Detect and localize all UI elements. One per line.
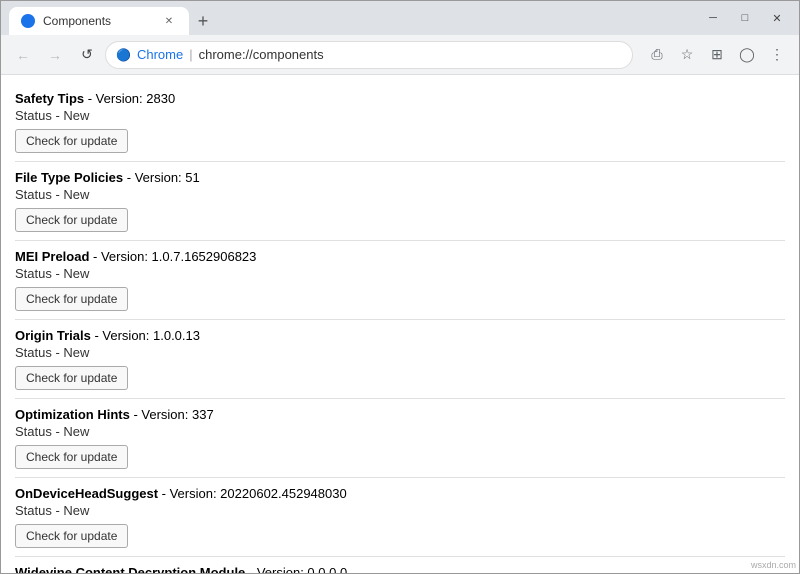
navbar: ← → ↺ 🔵 Chrome | chrome://components ⎙ ☆… <box>1 35 799 75</box>
component-version: - Version: 20220602.452948030 <box>158 486 347 501</box>
check-update-button[interactable]: Check for update <box>15 524 128 548</box>
maximize-button[interactable]: □ <box>731 4 759 32</box>
new-tab-button[interactable]: + <box>189 7 217 35</box>
extensions-icon[interactable]: ⊞ <box>703 41 731 69</box>
component-name: Safety Tips <box>15 91 84 106</box>
menu-icon[interactable]: ⋮ <box>763 41 791 69</box>
component-item: Optimization Hints - Version: 337 Status … <box>15 399 785 478</box>
check-update-button[interactable]: Check for update <box>15 287 128 311</box>
check-update-button[interactable]: Check for update <box>15 208 128 232</box>
component-name-line: MEI Preload - Version: 1.0.7.1652906823 <box>15 249 785 264</box>
component-item: Widevine Content Decryption Module - Ver… <box>15 557 785 573</box>
component-status: Status - New <box>15 108 785 123</box>
component-name-line: Widevine Content Decryption Module - Ver… <box>15 565 785 573</box>
site-info-icon: 🔵 <box>116 48 131 62</box>
component-name-line: Safety Tips - Version: 2830 <box>15 91 785 106</box>
browser-window: Components ✕ + ─ □ ✕ ← → ↺ 🔵 Chrome | ch… <box>0 0 800 574</box>
component-name: File Type Policies <box>15 170 123 185</box>
tab-label: Components <box>43 14 111 28</box>
component-version: - Version: 0.0.0.0 <box>245 565 347 573</box>
component-status: Status - New <box>15 424 785 439</box>
component-name: MEI Preload <box>15 249 89 264</box>
tab-bar: Components ✕ + <box>9 1 699 35</box>
component-item: Origin Trials - Version: 1.0.0.13 Status … <box>15 320 785 399</box>
check-update-button[interactable]: Check for update <box>15 129 128 153</box>
check-update-button[interactable]: Check for update <box>15 445 128 469</box>
component-version: - Version: 2830 <box>84 91 175 106</box>
reload-button[interactable]: ↺ <box>73 41 101 69</box>
component-status: Status - New <box>15 503 785 518</box>
profile-icon[interactable]: ◯ <box>733 41 761 69</box>
address-separator: | <box>189 47 192 62</box>
titlebar: Components ✕ + ─ □ ✕ <box>1 1 799 35</box>
window-controls: ─ □ ✕ <box>699 4 791 32</box>
forward-button[interactable]: → <box>41 41 69 69</box>
back-button[interactable]: ← <box>9 41 37 69</box>
address-url: chrome://components <box>199 47 324 62</box>
browser-brand: Chrome <box>137 47 183 62</box>
bookmark-icon[interactable]: ☆ <box>673 41 701 69</box>
tab-favicon <box>21 14 35 28</box>
address-bar[interactable]: 🔵 Chrome | chrome://components <box>105 41 633 69</box>
toolbar-icons: ⎙ ☆ ⊞ ◯ ⋮ <box>643 41 791 69</box>
component-version: - Version: 1.0.7.1652906823 <box>89 249 256 264</box>
minimize-button[interactable]: ─ <box>699 4 727 32</box>
component-version: - Version: 51 <box>123 170 200 185</box>
component-status: Status - New <box>15 266 785 281</box>
share-icon[interactable]: ⎙ <box>643 41 671 69</box>
component-item: Safety Tips - Version: 2830 Status - New C… <box>15 83 785 162</box>
component-item: File Type Policies - Version: 51 Status -… <box>15 162 785 241</box>
component-name-line: File Type Policies - Version: 51 <box>15 170 785 185</box>
component-status: Status - New <box>15 345 785 360</box>
page-content: Safety Tips - Version: 2830 Status - New C… <box>1 75 799 573</box>
component-version: - Version: 337 <box>130 407 214 422</box>
component-name-line: Optimization Hints - Version: 337 <box>15 407 785 422</box>
component-name-line: Origin Trials - Version: 1.0.0.13 <box>15 328 785 343</box>
component-name-line: OnDeviceHeadSuggest - Version: 20220602.… <box>15 486 785 501</box>
close-button[interactable]: ✕ <box>763 4 791 32</box>
component-version: - Version: 1.0.0.13 <box>91 328 200 343</box>
component-item: MEI Preload - Version: 1.0.7.1652906823 S… <box>15 241 785 320</box>
component-name: Origin Trials <box>15 328 91 343</box>
component-status: Status - New <box>15 187 785 202</box>
component-name: Widevine Content Decryption Module <box>15 565 245 573</box>
tab-close-button[interactable]: ✕ <box>161 13 177 29</box>
check-update-button[interactable]: Check for update <box>15 366 128 390</box>
active-tab[interactable]: Components ✕ <box>9 7 189 35</box>
component-name: OnDeviceHeadSuggest <box>15 486 158 501</box>
component-item: OnDeviceHeadSuggest - Version: 20220602.… <box>15 478 785 557</box>
component-name: Optimization Hints <box>15 407 130 422</box>
